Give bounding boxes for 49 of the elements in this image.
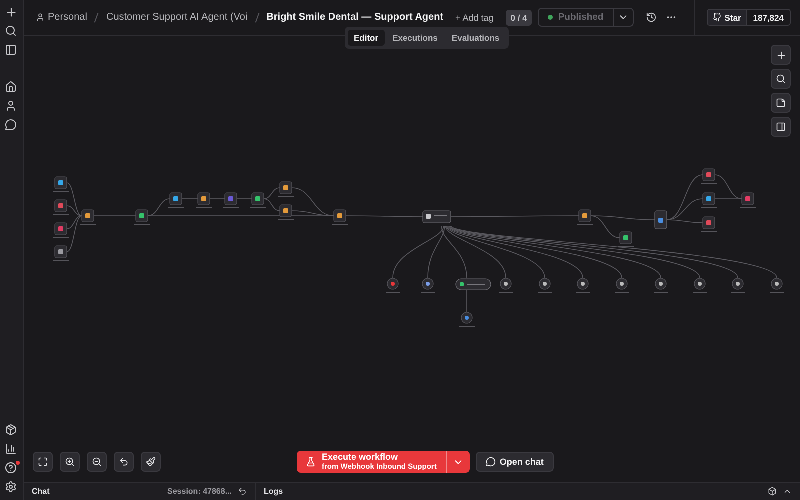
zoom-in-button[interactable] [60,452,80,472]
workflow-name[interactable]: Bright Smile Dental — Support Agent [266,12,444,23]
history-icon [646,12,658,23]
plus-icon [776,50,786,60]
cube-icon[interactable] [768,487,777,496]
search-button[interactable] [771,69,791,89]
zoom-out-icon [92,457,102,467]
fit-view-button[interactable] [33,452,53,472]
undo-icon [119,457,129,467]
search-icon[interactable] [5,25,18,38]
help-icon[interactable] [5,462,18,475]
github-star-button[interactable]: Star 187,824 [706,9,791,26]
open-chat-button[interactable]: Open chat [476,452,554,472]
folder-link[interactable]: Customer Support AI Agent (Voi [106,12,248,23]
add-icon[interactable] [5,6,18,19]
sticky-note-button[interactable] [771,93,791,113]
zoom-in-icon [65,457,75,467]
owner-link[interactable]: Personal [36,12,88,23]
home-icon[interactable] [5,81,18,94]
undo-button[interactable] [114,452,134,472]
expand-icon[interactable] [783,487,792,496]
zoom-out-button[interactable] [87,452,107,472]
github-icon [712,13,722,22]
chat-icon[interactable] [5,119,18,132]
note-icon [776,98,786,108]
add-node-button[interactable] [771,45,791,65]
session-id: Session: 47868... [168,487,232,496]
panel-icon[interactable] [5,44,18,57]
flask-icon [306,457,316,467]
user-icon[interactable] [5,100,18,113]
add-tag-link[interactable]: + Add tag [456,12,494,22]
settings-icon[interactable] [5,481,18,494]
chat-panel-title: Chat [32,487,50,496]
panel-icon [776,122,786,132]
chart-icon[interactable] [5,443,18,456]
chat-icon [486,457,496,467]
brush-icon [146,457,156,467]
tidy-up-button[interactable] [141,452,161,472]
version-counter: 0 / 4 [506,10,532,26]
fit-view-icon [38,457,48,467]
reset-icon[interactable] [238,487,247,496]
panel-button[interactable] [771,117,791,137]
logs-panel-title: Logs [264,487,284,496]
user-icon [36,13,45,22]
view-tab[interactable]: Evaluations [446,30,506,46]
package-icon[interactable] [5,424,18,437]
view-tab[interactable]: Editor [348,30,385,46]
view-tab[interactable]: Executions [386,30,444,46]
search-icon [776,74,786,84]
